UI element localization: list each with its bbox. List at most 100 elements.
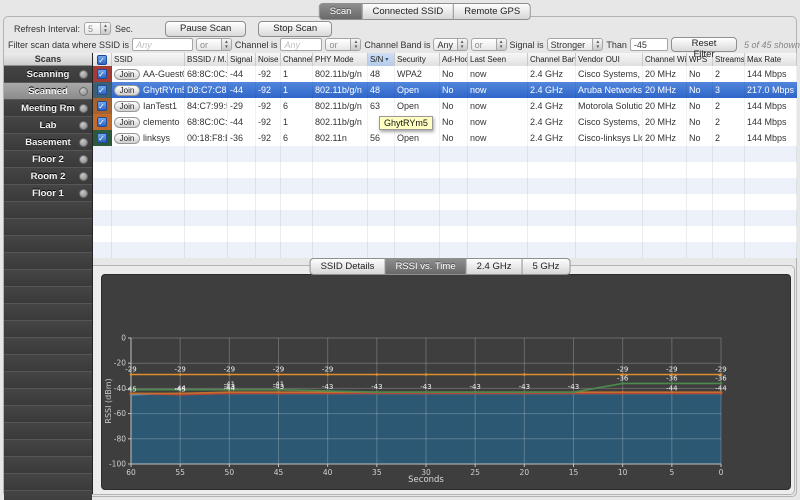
status-dot-icon[interactable] (79, 103, 88, 113)
cell-last_seen: now (468, 98, 528, 114)
status-dot-icon[interactable] (79, 188, 88, 198)
svg-text:10: 10 (618, 468, 628, 477)
sidebar-item-scanning[interactable]: Scanning (4, 66, 92, 83)
tab-rssi-vs-time[interactable]: RSSI vs. Time (385, 258, 467, 275)
ssid-label: clemento (143, 117, 180, 127)
column-header-adhoc[interactable]: Ad-Hoc (440, 53, 468, 66)
column-header-channel[interactable]: Channel (281, 53, 313, 66)
sidebar-item-floor-2[interactable]: Floor 2 (4, 151, 92, 168)
table-row-iantest1[interactable]: ✓JoinIanTest184:C7:99:5...-29-926802.11b… (92, 98, 797, 114)
cell-width: 20 MHz (643, 98, 687, 114)
tab-ssid-details[interactable]: SSID Details (309, 258, 386, 275)
tab-remote-gps[interactable]: Remote GPS (454, 3, 532, 20)
column-header-vendor[interactable]: Vendor OUI (576, 53, 643, 66)
column-header-band[interactable]: Channel Band (528, 53, 576, 66)
cell-bssid: D8:C7:C8:8... (185, 82, 228, 98)
join-button[interactable]: Join (114, 100, 140, 112)
column-header-label: Noise (258, 55, 279, 64)
table-row-clemento[interactable]: ✓Joinclemento68:8C:0C:0...-44-921802.11b… (92, 114, 797, 130)
join-button[interactable]: Join (114, 132, 140, 144)
header-checkbox[interactable]: ✓ (96, 54, 107, 65)
cell-last_seen: now (468, 66, 528, 82)
table-row-aa-guest01[interactable]: ✓ JoinAA-Guest0168:8C:0C:0...-44-921802.1… (92, 66, 797, 82)
row-checkbox[interactable]: ✓ (96, 117, 107, 127)
signal-threshold-input[interactable]: -45 (629, 38, 669, 51)
column-header-width[interactable]: Channel Width (643, 53, 687, 66)
sidebar-empty-row (4, 202, 92, 219)
sidebar-item-room-2[interactable]: Room 2 (4, 168, 92, 185)
column-header-sn[interactable]: S/N ▾ (368, 53, 395, 66)
tab-2-4-ghz[interactable]: 2.4 GHz (466, 258, 523, 275)
stepper-icon: ▲ ▼ (495, 39, 506, 50)
tab-scan[interactable]: Scan (318, 3, 363, 20)
sidebar-item-meeting-rm[interactable]: Meeting Rm (4, 100, 92, 117)
column-header-last_seen[interactable]: Last Seen (468, 53, 528, 66)
signal-filter-label: Signal is (509, 39, 544, 50)
status-dot-icon[interactable] (79, 171, 88, 181)
column-header-max_rate[interactable]: Max Rate (745, 53, 797, 66)
sidebar-item-lab[interactable]: Lab (4, 117, 92, 134)
cell-band: 2.4 GHz (528, 66, 576, 82)
sidebar-item-scanned[interactable]: Scanned (4, 83, 92, 100)
pause-scan-button[interactable]: Pause Scan (165, 20, 247, 37)
channel-filter-input[interactable]: Any (280, 38, 323, 51)
cell-width: 20 MHz (643, 82, 687, 98)
sidebar-item-label: Scanning (26, 68, 70, 80)
sidebar-empty-row (4, 372, 92, 389)
column-header-sel[interactable]: ✓ (92, 53, 112, 66)
status-dot-icon[interactable] (79, 137, 88, 147)
row-checkbox[interactable]: ✓ (96, 69, 107, 79)
tab-connected-ssid[interactable]: Connected SSID (362, 3, 455, 20)
sort-indicator-icon: ▾ (385, 57, 389, 63)
cell-adhoc: No (440, 130, 468, 146)
row-checkbox[interactable]: ✓ (96, 133, 107, 143)
sidebar-empty-row (4, 406, 92, 423)
column-header-phy[interactable]: PHY Mode (313, 53, 368, 66)
cell-band: 2.4 GHz (528, 98, 576, 114)
cell-channel: 6 (281, 98, 313, 114)
column-header-security[interactable]: Security (395, 53, 440, 66)
column-separator (439, 146, 440, 258)
cell-security: Open (395, 130, 440, 146)
svg-text:-43: -43 (519, 383, 530, 391)
column-header-label: Max Rate (747, 55, 782, 64)
column-header-signal[interactable]: Signal (228, 53, 256, 66)
column-header-label: Security (397, 55, 426, 64)
cell-ssid: Join clemento (112, 114, 185, 130)
band-operator-select[interactable]: or ▲ ▼ (470, 38, 507, 51)
status-dot-icon[interactable] (79, 120, 88, 130)
tab-5-ghz[interactable]: 5 GHz (522, 258, 571, 275)
column-header-bssid[interactable]: BSSID / M... (185, 53, 228, 66)
row-checkbox[interactable]: ✓ (96, 101, 107, 111)
table-row-ghytrym5[interactable]: ✓ JoinGhytRYm5D8:C7:C8:8...-44-921802.11b… (92, 82, 797, 98)
sidebar-item-basement[interactable]: Basement (4, 134, 92, 151)
table-empty-row (92, 242, 797, 258)
status-dot-icon[interactable] (79, 154, 88, 164)
join-button[interactable]: Join (114, 84, 140, 96)
refresh-interval-select[interactable]: 5 ▲ ▼ (84, 22, 112, 35)
join-button[interactable]: Join (114, 116, 140, 128)
stepper-icon: ▲ ▼ (456, 39, 467, 50)
reset-filter-button[interactable]: Reset Filter (671, 37, 737, 60)
cell-last_seen: now (468, 82, 528, 98)
column-header-noise[interactable]: Noise (256, 53, 281, 66)
column-header-ssid[interactable]: SSID (112, 53, 185, 66)
cell-vendor: Cisco Systems, Inc. (576, 66, 643, 82)
svg-text:45: 45 (274, 468, 284, 477)
status-dot-icon[interactable] (79, 69, 88, 79)
status-dot-icon[interactable] (79, 86, 88, 96)
column-header-streams[interactable]: Streams (713, 53, 745, 66)
table-row-linksys[interactable]: ✓Joinlinksys00:18:F8:E...-36-926802.11n5… (92, 130, 797, 146)
band-filter-select[interactable]: Any ▲ ▼ (433, 38, 468, 51)
row-checkbox[interactable]: ✓ (96, 85, 107, 95)
ssid-filter-input[interactable]: Any (132, 38, 193, 51)
cell-phy: 802.11b/g/n (313, 114, 368, 130)
detail-tab-bar: SSID Details RSSI vs. Time 2.4 GHz 5 GHz (309, 258, 571, 275)
signal-filter-select[interactable]: Stronger ▲ ▼ (546, 38, 604, 51)
join-button[interactable]: Join (114, 68, 140, 80)
ssid-operator-select[interactable]: or ▲ ▼ (195, 38, 232, 51)
sidebar-item-floor-1[interactable]: Floor 1 (4, 185, 92, 202)
column-separator (227, 146, 228, 258)
channel-operator-select[interactable]: or ▲ ▼ (325, 38, 362, 51)
stop-scan-button[interactable]: Stop Scan (258, 20, 333, 37)
